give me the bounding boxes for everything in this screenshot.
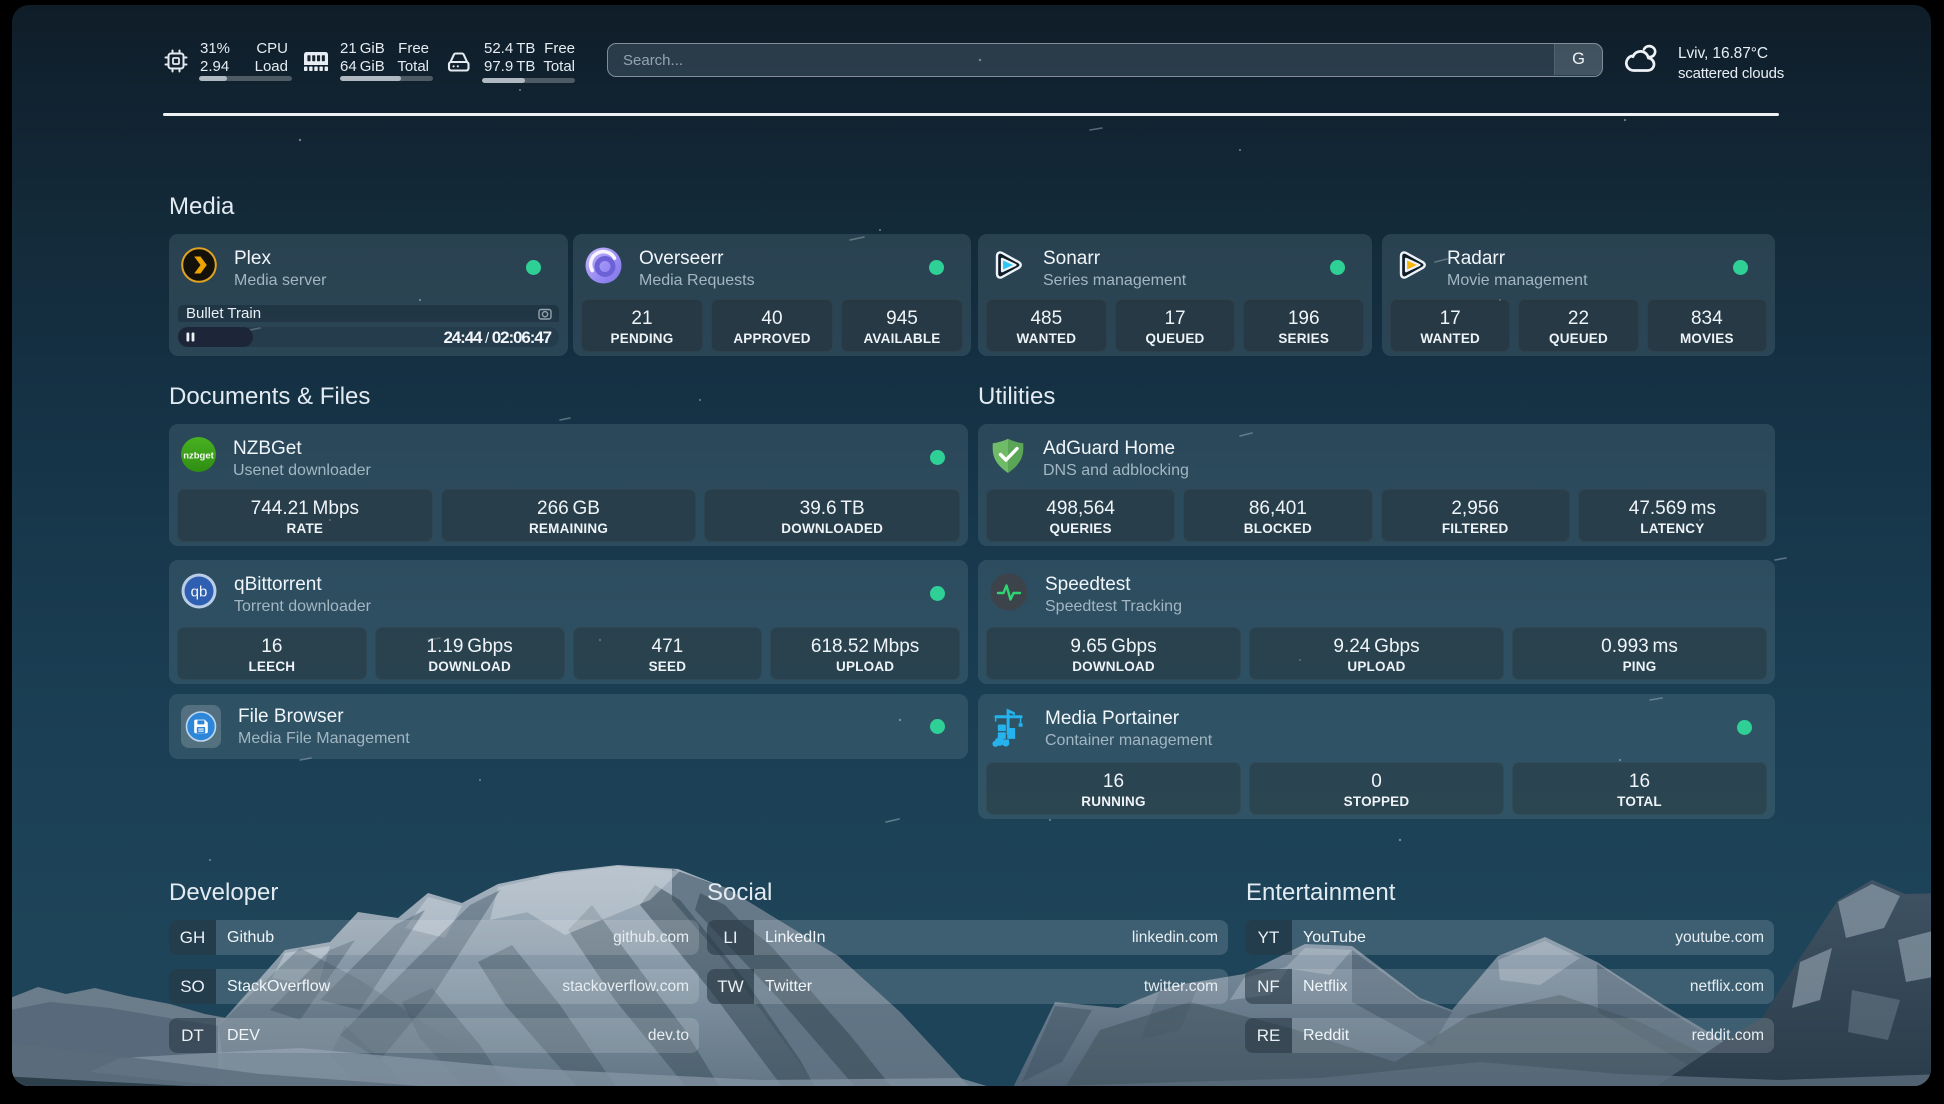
svg-text:qb: qb — [191, 584, 208, 601]
svg-text:nzbget: nzbget — [183, 451, 214, 462]
